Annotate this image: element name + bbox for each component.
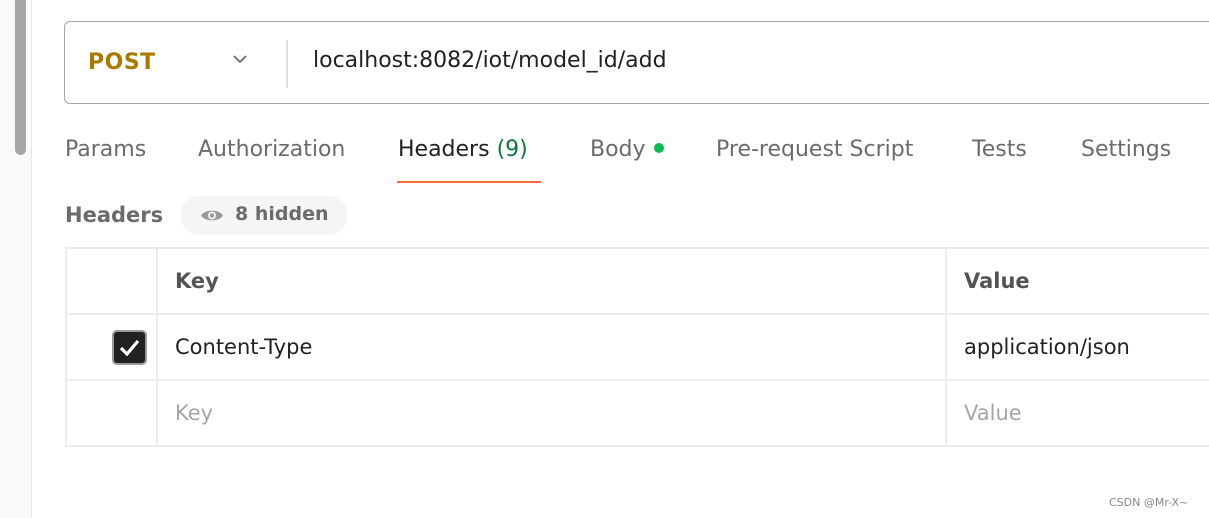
active-tab-underline (397, 181, 541, 183)
key-cell[interactable]: Content-Type (156, 313, 947, 381)
tab-headers[interactable]: Headers (9) (398, 137, 528, 162)
value-cell[interactable]: application/json (945, 313, 1209, 381)
headers-table: Key Value Content-Type application/json … (65, 247, 1209, 447)
headers-heading: Headers (65, 203, 164, 227)
request-url-bar: POST localhost:8082/iot/model_id/add (64, 21, 1209, 104)
url-input[interactable]: localhost:8082/iot/model_id/add (313, 48, 667, 73)
tab-pre-request-script[interactable]: Pre-request Script (716, 137, 913, 162)
left-sidebar (0, 0, 32, 518)
tab-authorization[interactable]: Authorization (198, 137, 345, 162)
tab-label: Body (590, 137, 646, 162)
modified-dot-icon (653, 143, 664, 153)
table-header-row: Key Value (65, 247, 1209, 315)
eye-icon (201, 210, 223, 221)
tab-params[interactable]: Params (65, 137, 146, 162)
key-placeholder-cell[interactable]: Key (156, 379, 947, 447)
tab-count: (9) (496, 137, 528, 162)
hidden-headers-toggle[interactable]: 8 hidden (180, 196, 348, 235)
watermark: CSDN @Mr-X~ (1109, 496, 1189, 509)
checkbox-column-header (65, 247, 158, 315)
table-row: Content-Type application/json (65, 313, 1209, 381)
tab-tests[interactable]: Tests (972, 137, 1027, 162)
tab-body[interactable]: Body (590, 137, 664, 162)
value-column-header: Value (945, 247, 1209, 315)
checkmark-icon (119, 339, 140, 356)
value-placeholder-cell[interactable]: Value (945, 379, 1209, 447)
table-row-empty: Key Value (65, 379, 1209, 447)
method-select[interactable]: POST (88, 50, 156, 75)
tab-settings[interactable]: Settings (1081, 137, 1171, 162)
hidden-count: 8 hidden (235, 203, 329, 225)
empty-checkbox-cell (65, 379, 158, 447)
row-checkbox[interactable] (112, 329, 147, 365)
key-column-header: Key (156, 247, 947, 315)
scrollbar[interactable] (15, 0, 26, 155)
tab-label: Headers (398, 137, 490, 162)
chevron-down-icon[interactable] (233, 52, 247, 66)
divider (286, 40, 288, 88)
